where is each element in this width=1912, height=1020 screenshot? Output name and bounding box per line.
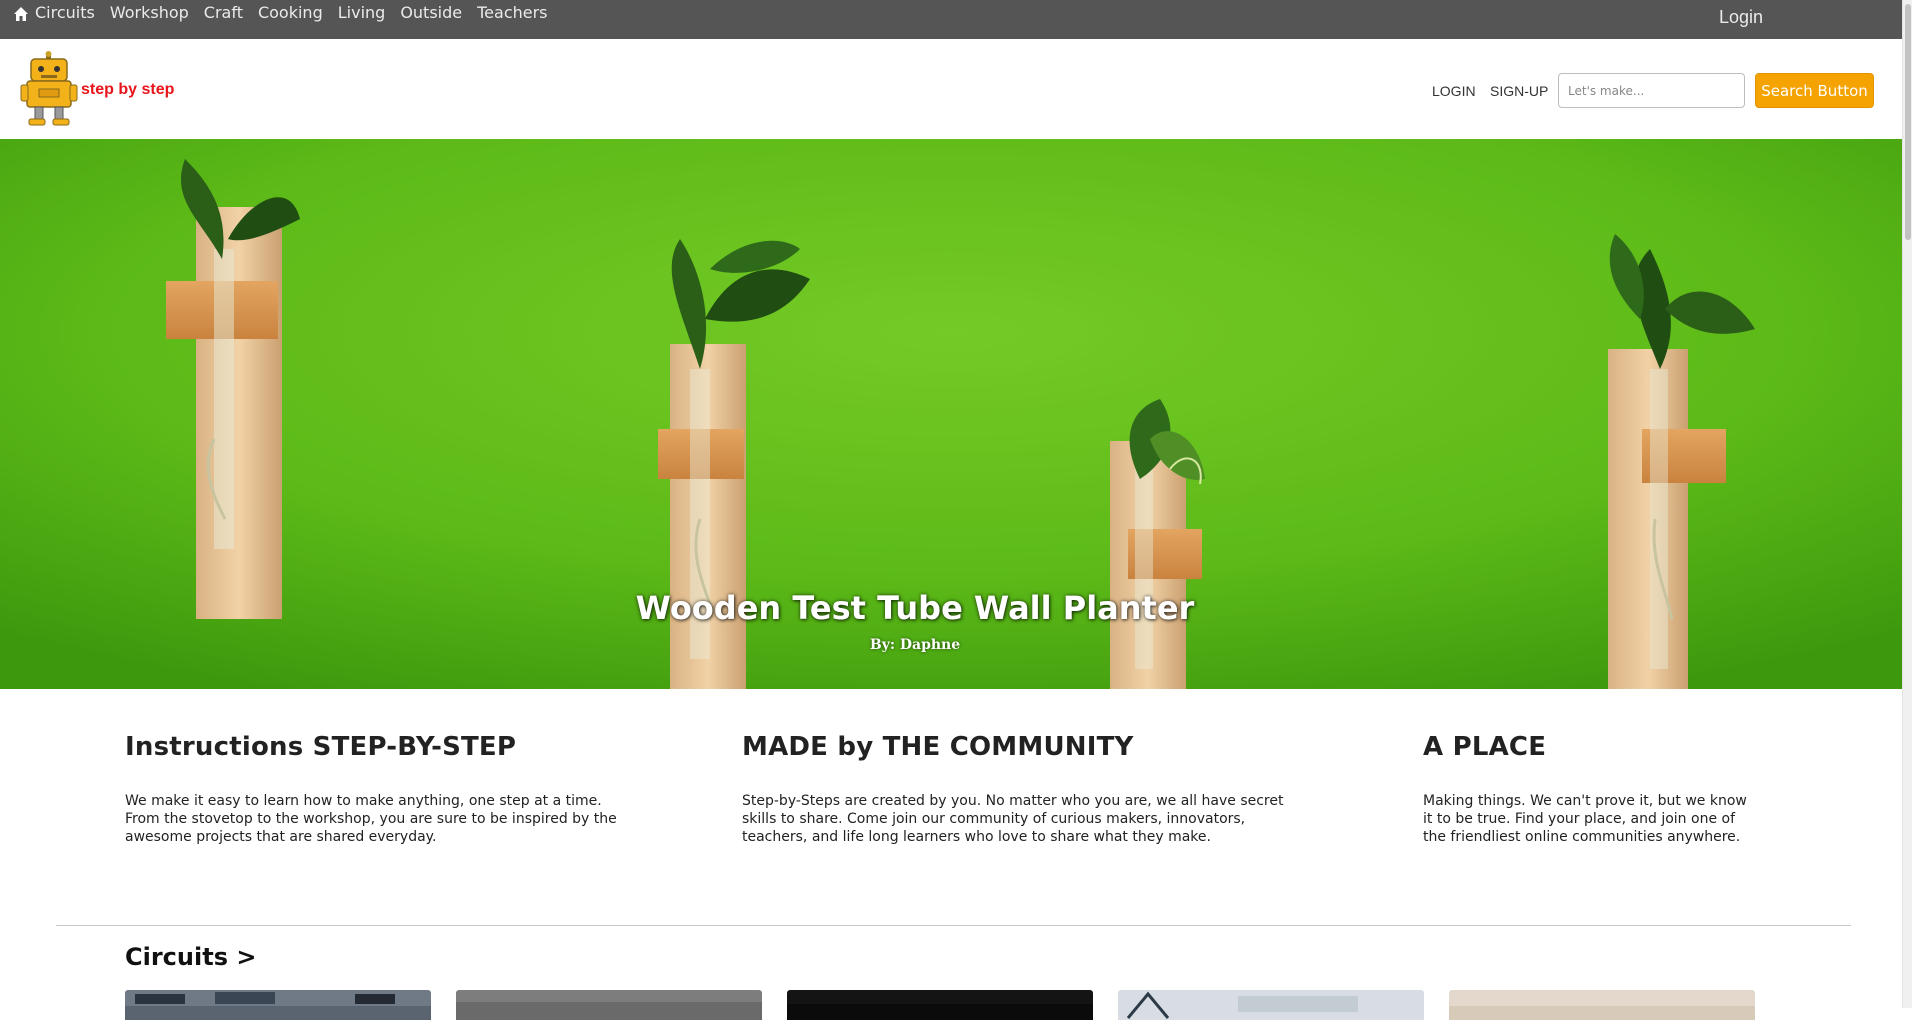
category-nav: Circuits Workshop Craft Cooking Living O… — [35, 3, 563, 22]
nav-item-outside[interactable]: Outside — [400, 3, 462, 22]
info-text-community: Step-by-Steps are created by you. No mat… — [742, 793, 1284, 845]
info-title-community: MADE by THE COMMUNITY — [742, 732, 1134, 762]
nav-item-workshop[interactable]: Workshop — [110, 3, 189, 22]
project-thumbnail[interactable] — [787, 990, 1093, 1020]
scrollbar-thumb[interactable] — [1905, 4, 1911, 240]
nav-item-craft[interactable]: Craft — [204, 3, 243, 22]
top-login-link[interactable]: Login — [1719, 7, 1763, 28]
brand-name[interactable]: step by step — [81, 81, 174, 99]
nav-item-living[interactable]: Living — [338, 3, 386, 22]
nav-item-teachers[interactable]: Teachers — [477, 3, 547, 22]
hero-author[interactable]: By: Daphne — [0, 637, 1866, 653]
login-link[interactable]: LOGIN — [1432, 83, 1476, 99]
project-thumbnail[interactable] — [1118, 990, 1424, 1020]
page-scrollbar[interactable] — [1902, 0, 1912, 1008]
robot-logo-icon[interactable] — [19, 51, 79, 127]
nav-item-circuits[interactable]: Circuits — [35, 3, 95, 22]
info-text-place: Making things. We can't prove it, but we… — [1423, 793, 1747, 845]
hero-title[interactable]: Wooden Test Tube Wall Planter — [0, 589, 1866, 627]
project-thumbnail[interactable] — [456, 990, 762, 1020]
project-thumbnail[interactable] — [125, 990, 431, 1020]
top-nav-bar: Circuits Workshop Craft Cooking Living O… — [0, 0, 1902, 39]
info-title-place: A PLACE — [1423, 732, 1547, 762]
section-divider — [56, 925, 1851, 926]
signup-link[interactable]: SIGN-UP — [1490, 83, 1548, 99]
info-title-instructions: Instructions STEP-BY-STEP — [125, 732, 517, 762]
site-header: step by step LOGIN SIGN-UP Search Button — [0, 39, 1902, 139]
info-column-place: A PLACE Making things. We can't prove it… — [1423, 732, 1753, 846]
info-column-instructions: Instructions STEP-BY-STEP We make it eas… — [125, 732, 625, 846]
search-input[interactable] — [1558, 73, 1745, 108]
hero-banner[interactable]: Wooden Test Tube Wall Planter By: Daphne — [0, 139, 1902, 689]
info-column-community: MADE by THE COMMUNITY Step-by-Steps are … — [742, 732, 1302, 846]
project-thumbnail[interactable] — [1449, 990, 1755, 1020]
section-title-circuits[interactable]: Circuits > — [125, 943, 256, 971]
search-button[interactable]: Search Button — [1755, 73, 1874, 108]
home-icon[interactable] — [13, 5, 29, 22]
info-text-instructions: We make it easy to learn how to make any… — [125, 793, 617, 845]
nav-item-cooking[interactable]: Cooking — [258, 3, 323, 22]
